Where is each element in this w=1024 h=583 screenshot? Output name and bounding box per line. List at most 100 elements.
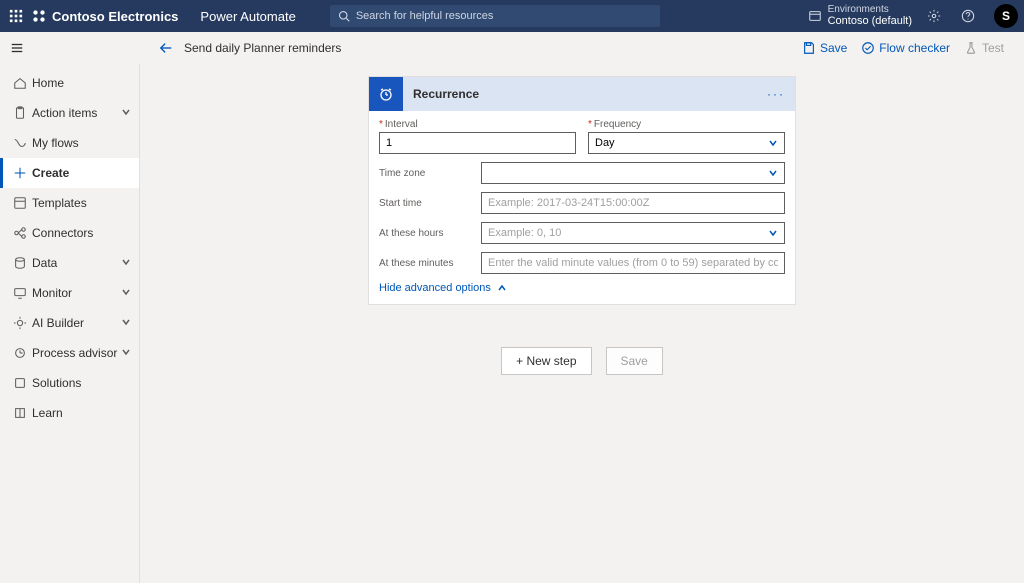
help-icon[interactable] bbox=[956, 9, 980, 23]
flow-icon bbox=[8, 136, 32, 150]
adv-link-label: Hide advanced options bbox=[379, 282, 491, 294]
nav-item-monitor[interactable]: Monitor bbox=[0, 278, 139, 308]
chevron-down-icon bbox=[121, 106, 131, 120]
command-bar: Send daily Planner reminders Save Flow c… bbox=[34, 32, 1024, 64]
chevron-down-icon bbox=[768, 138, 778, 148]
connector-icon bbox=[8, 226, 32, 240]
template-icon bbox=[8, 196, 32, 210]
nav-item-ai-builder[interactable]: AI Builder bbox=[0, 308, 139, 338]
environment-name: Contoso (default) bbox=[828, 15, 912, 27]
chevron-down-icon bbox=[121, 256, 131, 270]
save-action[interactable]: Save bbox=[802, 41, 847, 55]
nav-item-connectors[interactable]: Connectors bbox=[0, 218, 139, 248]
nav-item-action-items[interactable]: Action items bbox=[0, 98, 139, 128]
flow-checker-label: Flow checker bbox=[879, 41, 950, 55]
card-title: Recurrence bbox=[403, 87, 479, 101]
process-icon bbox=[8, 346, 32, 360]
interval-input[interactable] bbox=[379, 132, 576, 154]
solutions-icon bbox=[8, 376, 32, 390]
recurrence-card: Recurrence ··· *Interval *Frequency Day bbox=[368, 76, 796, 305]
save-icon bbox=[802, 41, 816, 55]
avatar[interactable]: S bbox=[994, 4, 1018, 28]
timezone-select[interactable] bbox=[481, 162, 785, 184]
new-step-button[interactable]: + New step bbox=[501, 347, 591, 375]
canvas-buttons: + New step Save bbox=[501, 347, 663, 375]
brand-logo-icon bbox=[32, 9, 46, 23]
top-right-controls: Environments Contoso (default) S bbox=[808, 4, 1024, 28]
nav-label: Solutions bbox=[32, 376, 81, 390]
search-icon bbox=[338, 10, 350, 22]
nav-item-learn[interactable]: Learn bbox=[0, 398, 139, 428]
environment-picker[interactable]: Environments Contoso (default) bbox=[808, 4, 912, 27]
nav-item-my-flows[interactable]: My flows bbox=[0, 128, 139, 158]
home-icon bbox=[8, 76, 32, 90]
nav-item-templates[interactable]: Templates bbox=[0, 188, 139, 218]
chevron-down-icon bbox=[121, 286, 131, 300]
minutes-label: At these minutes bbox=[379, 258, 469, 269]
plus-icon bbox=[8, 166, 32, 180]
card-menu-button[interactable]: ··· bbox=[767, 87, 795, 101]
clipboard-icon bbox=[8, 106, 32, 120]
clock-icon bbox=[369, 77, 403, 111]
nav-item-home[interactable]: Home bbox=[0, 68, 139, 98]
nav-label: My flows bbox=[32, 136, 79, 150]
flow-title: Send daily Planner reminders bbox=[184, 41, 341, 55]
flow-canvas: Recurrence ··· *Interval *Frequency Day bbox=[140, 64, 1024, 583]
nav-label: Templates bbox=[32, 196, 87, 210]
frequency-value: Day bbox=[595, 137, 615, 149]
nav-label: Action items bbox=[32, 106, 97, 120]
flow-checker-icon bbox=[861, 41, 875, 55]
starttime-label: Start time bbox=[379, 198, 469, 209]
hide-advanced-link[interactable]: Hide advanced options bbox=[379, 282, 785, 294]
top-bar: Contoso Electronics Power Automate Envir… bbox=[0, 0, 1024, 32]
hours-select[interactable]: Example: 0, 10 bbox=[481, 222, 785, 244]
starttime-input[interactable] bbox=[481, 192, 785, 214]
nav-label: Monitor bbox=[32, 286, 72, 300]
search-box[interactable] bbox=[330, 5, 660, 27]
minutes-input[interactable] bbox=[481, 252, 785, 274]
flow-checker-action[interactable]: Flow checker bbox=[861, 41, 950, 55]
environment-label: Environments bbox=[828, 4, 912, 15]
nav-label: Learn bbox=[32, 406, 63, 420]
frequency-select[interactable]: Day bbox=[588, 132, 785, 154]
interval-label: *Interval bbox=[379, 119, 576, 130]
chevron-down-icon bbox=[768, 228, 778, 238]
environment-icon bbox=[808, 9, 822, 23]
hamburger-button[interactable] bbox=[0, 32, 34, 64]
chevron-down-icon bbox=[121, 346, 131, 360]
test-action[interactable]: Test bbox=[964, 41, 1004, 55]
chevron-down-icon bbox=[121, 316, 131, 330]
nav-label: Home bbox=[32, 76, 64, 90]
settings-icon[interactable] bbox=[922, 9, 946, 23]
brand-area: Contoso Electronics bbox=[32, 9, 186, 24]
nav-item-create[interactable]: Create bbox=[0, 158, 139, 188]
save-label: Save bbox=[820, 41, 847, 55]
side-nav: Home Action items My flows Create Templa… bbox=[0, 64, 140, 583]
card-header[interactable]: Recurrence ··· bbox=[369, 77, 795, 111]
book-icon bbox=[8, 406, 32, 420]
nav-label: Connectors bbox=[32, 226, 93, 240]
nav-label: Process advisor bbox=[32, 346, 117, 360]
nav-item-solutions[interactable]: Solutions bbox=[0, 368, 139, 398]
canvas-save-button[interactable]: Save bbox=[606, 347, 663, 375]
chevron-down-icon bbox=[768, 168, 778, 178]
hours-label: At these hours bbox=[379, 228, 469, 239]
ai-icon bbox=[8, 316, 32, 330]
search-input[interactable] bbox=[356, 10, 652, 22]
nav-item-data[interactable]: Data bbox=[0, 248, 139, 278]
nav-label: AI Builder bbox=[32, 316, 84, 330]
flask-icon bbox=[964, 41, 978, 55]
database-icon bbox=[8, 256, 32, 270]
hours-placeholder: Example: 0, 10 bbox=[488, 227, 561, 239]
nav-item-process-advisor[interactable]: Process advisor bbox=[0, 338, 139, 368]
brand-name: Contoso Electronics bbox=[52, 9, 178, 24]
card-body: *Interval *Frequency Day Time zone bbox=[369, 111, 795, 304]
nav-label: Data bbox=[32, 256, 57, 270]
nav-label: Create bbox=[32, 166, 69, 180]
frequency-label: *Frequency bbox=[588, 119, 785, 130]
chevron-up-icon bbox=[497, 283, 507, 293]
app-launcher-icon[interactable] bbox=[0, 9, 32, 23]
monitor-icon bbox=[8, 286, 32, 300]
product-name[interactable]: Power Automate bbox=[186, 9, 309, 24]
back-button[interactable] bbox=[154, 36, 178, 60]
